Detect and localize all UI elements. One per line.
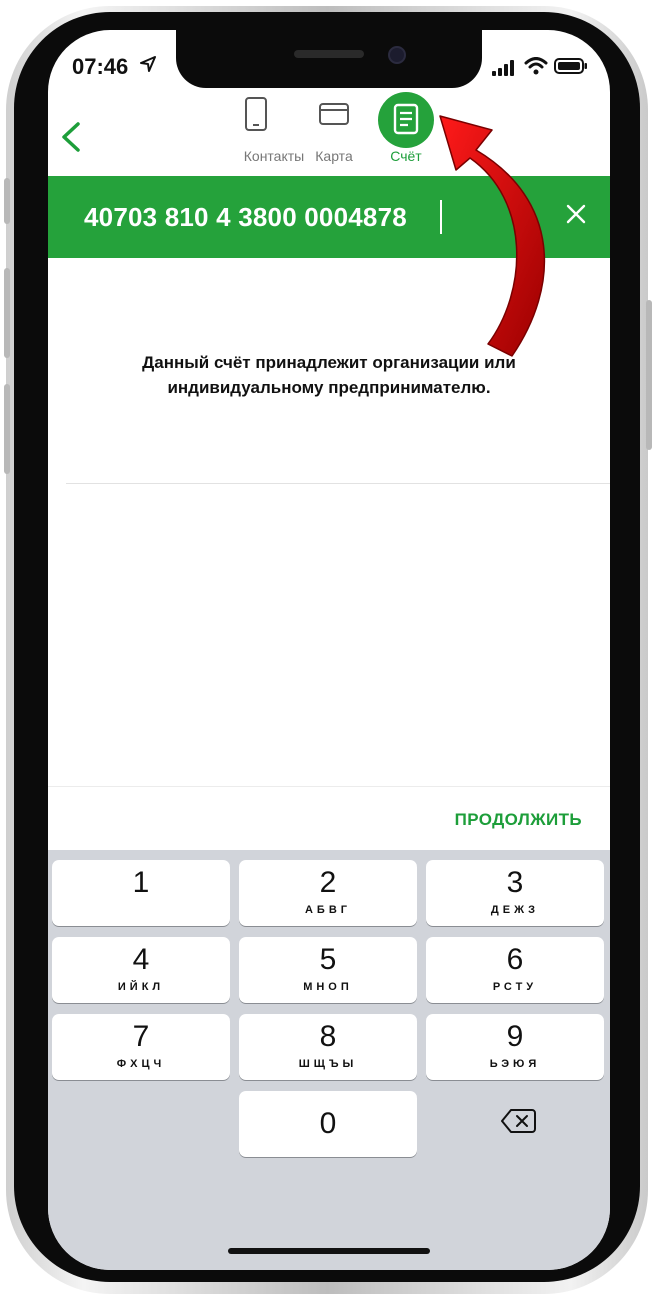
annotation-arrow — [439, 115, 546, 357]
